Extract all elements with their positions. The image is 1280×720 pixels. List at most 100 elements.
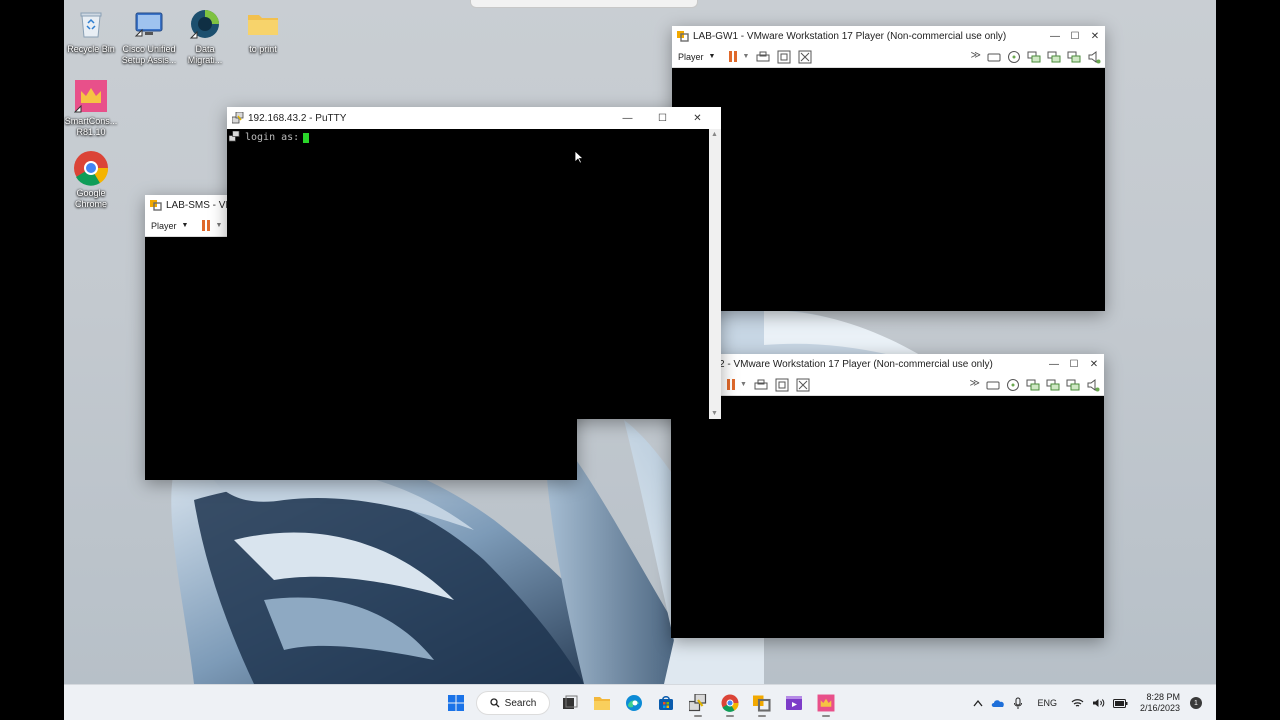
vmware-taskbar-button[interactable] [746, 689, 778, 717]
close-icon[interactable]: ✕ [1085, 26, 1105, 46]
smartconsole-icon [817, 694, 835, 712]
cisco-setup-icon [131, 6, 167, 42]
desktop-icon-data-migration[interactable]: Data Migrati... [176, 6, 234, 66]
scroll-down-icon[interactable]: ▼ [711, 410, 718, 417]
cd-dvd-icon[interactable] [1006, 378, 1020, 392]
battery-icon[interactable] [1112, 698, 1128, 708]
minimize-icon[interactable]: — [1044, 354, 1064, 374]
minimize-icon[interactable]: — [610, 107, 645, 129]
window-title: 2 - VMware Workstation 17 Player (Non-co… [719, 358, 993, 370]
mouse-pointer-icon [574, 150, 584, 164]
media-icon [786, 696, 802, 710]
pause-button[interactable]: ▼ [729, 51, 749, 62]
more-icon[interactable]: ≫ [970, 378, 980, 392]
vm-display[interactable] [671, 397, 1104, 638]
send-ctrl-alt-del-icon[interactable] [756, 50, 770, 64]
file-explorer-button[interactable] [586, 689, 618, 717]
titlebar[interactable]: LAB-GW1 - VMware Workstation 17 Player (… [672, 26, 1105, 46]
network-adapter-icon[interactable] [1027, 50, 1041, 64]
player-menu-button[interactable]: Player ▼ [672, 46, 721, 68]
smartconsole-icon [73, 78, 109, 114]
vmware-player-icon [753, 695, 771, 712]
chevron-down-icon: ▼ [740, 381, 747, 388]
close-icon[interactable]: ✕ [680, 107, 715, 129]
chrome-icon [73, 150, 109, 186]
clock[interactable]: 8:28 PM 2/16/2023 [1140, 692, 1180, 714]
titlebar[interactable]: 2 - VMware Workstation 17 Player (Non-co… [671, 354, 1104, 374]
more-icon[interactable]: ≫ [971, 50, 981, 64]
hard-disk-icon[interactable] [987, 50, 1001, 64]
sound-card-icon[interactable] [1087, 50, 1101, 64]
taskbar-search[interactable]: Search [476, 691, 550, 715]
unity-icon[interactable] [796, 378, 810, 392]
chevron-up-icon[interactable] [973, 699, 983, 707]
scrollbar[interactable]: ▲ ▼ [709, 129, 721, 419]
desktop-icon-smartconsole[interactable]: SmartCons... R81.10 [64, 78, 120, 138]
language-indicator[interactable]: ENG [1037, 698, 1057, 708]
system-tray: ENG 8:28 PM 2/16/2023 1 [965, 685, 1202, 720]
maximize-icon[interactable]: ☐ [1064, 354, 1084, 374]
network-adapter-2-icon[interactable] [1046, 378, 1060, 392]
window-title: 192.168.43.2 - PuTTY [248, 112, 347, 124]
notification-badge[interactable]: 1 [1190, 697, 1202, 709]
network-adapter-icon[interactable] [1026, 378, 1040, 392]
putty-window[interactable]: 192.168.43.2 - PuTTY — ☐ ✕ login as: ▲ ▼ [227, 107, 721, 419]
desktop-icon-chrome[interactable]: Google Chrome [64, 150, 120, 210]
send-ctrl-alt-del-icon[interactable] [754, 378, 768, 392]
onedrive-icon[interactable] [991, 698, 1005, 708]
edge-button[interactable] [618, 689, 650, 717]
network-adapter-3-icon[interactable] [1066, 378, 1080, 392]
data-migration-icon [187, 6, 223, 42]
putty-icon [689, 694, 707, 712]
window-title: LAB-GW1 - VMware Workstation 17 Player (… [693, 30, 1007, 42]
player-menu-label: Player [151, 220, 177, 231]
search-label: Search [504, 697, 537, 709]
terminal-prompt-line: login as: [245, 132, 310, 143]
edge-icon [626, 695, 642, 711]
chrome-icon [721, 694, 739, 712]
scroll-up-icon[interactable]: ▲ [711, 131, 718, 138]
desktop-icon-recycle-bin[interactable]: Recycle Bin [64, 6, 120, 55]
sound-card-icon[interactable] [1086, 378, 1100, 392]
terminal-prompt: login as: [245, 132, 300, 143]
task-view-button[interactable] [554, 689, 586, 717]
pause-button[interactable]: ▼ [727, 379, 747, 390]
desktop-icon-label: to print [249, 44, 277, 54]
taskbar-apps: Search [440, 689, 842, 717]
minimize-icon[interactable]: — [1045, 26, 1065, 46]
wifi-icon[interactable] [1071, 698, 1084, 708]
network-adapter-3-icon[interactable] [1067, 50, 1081, 64]
smartconsole-taskbar-button[interactable] [810, 689, 842, 717]
desktop-icon-label: Cisco Unified Setup Assis... [121, 44, 177, 65]
player-menu-button[interactable]: Player ▼ [145, 215, 194, 237]
chevron-down-icon: ▼ [181, 222, 189, 229]
fit-guest-icon[interactable] [775, 378, 789, 392]
store-button[interactable] [650, 689, 682, 717]
vmware-player-icon [150, 200, 162, 211]
unity-icon[interactable] [798, 50, 812, 64]
desktop-icon-to-print[interactable]: to print [234, 6, 292, 55]
hard-disk-icon[interactable] [986, 378, 1000, 392]
desktop-icon-cisco-setup[interactable]: Cisco Unified Setup Assis... [120, 6, 178, 66]
start-icon [448, 695, 464, 711]
network-adapter-2-icon[interactable] [1047, 50, 1061, 64]
close-icon[interactable]: ✕ [1084, 354, 1104, 374]
microphone-icon[interactable] [1013, 697, 1023, 709]
start-button[interactable] [440, 689, 472, 717]
vmware-window-lab-gw1[interactable]: LAB-GW1 - VMware Workstation 17 Player (… [672, 26, 1105, 311]
maximize-icon[interactable]: ☐ [1065, 26, 1085, 46]
cd-dvd-icon[interactable] [1007, 50, 1021, 64]
fit-guest-icon[interactable] [777, 50, 791, 64]
chrome-taskbar-button[interactable] [714, 689, 746, 717]
vm-toolbar: Player ▼ ▼ ≫ [672, 46, 1105, 68]
vmware-window-lab-gw2[interactable]: 2 - VMware Workstation 17 Player (Non-co… [671, 354, 1104, 638]
media-taskbar-button[interactable] [778, 689, 810, 717]
vm-display[interactable] [672, 69, 1105, 311]
titlebar[interactable]: 192.168.43.2 - PuTTY — ☐ ✕ [227, 107, 721, 129]
putty-taskbar-button[interactable] [682, 689, 714, 717]
pause-button[interactable]: ▼ [202, 220, 222, 231]
maximize-icon[interactable]: ☐ [645, 107, 680, 129]
desktop-icon-label: SmartCons... R81.10 [64, 116, 118, 137]
volume-icon[interactable] [1092, 698, 1105, 708]
putty-terminal[interactable]: login as: [227, 129, 709, 419]
